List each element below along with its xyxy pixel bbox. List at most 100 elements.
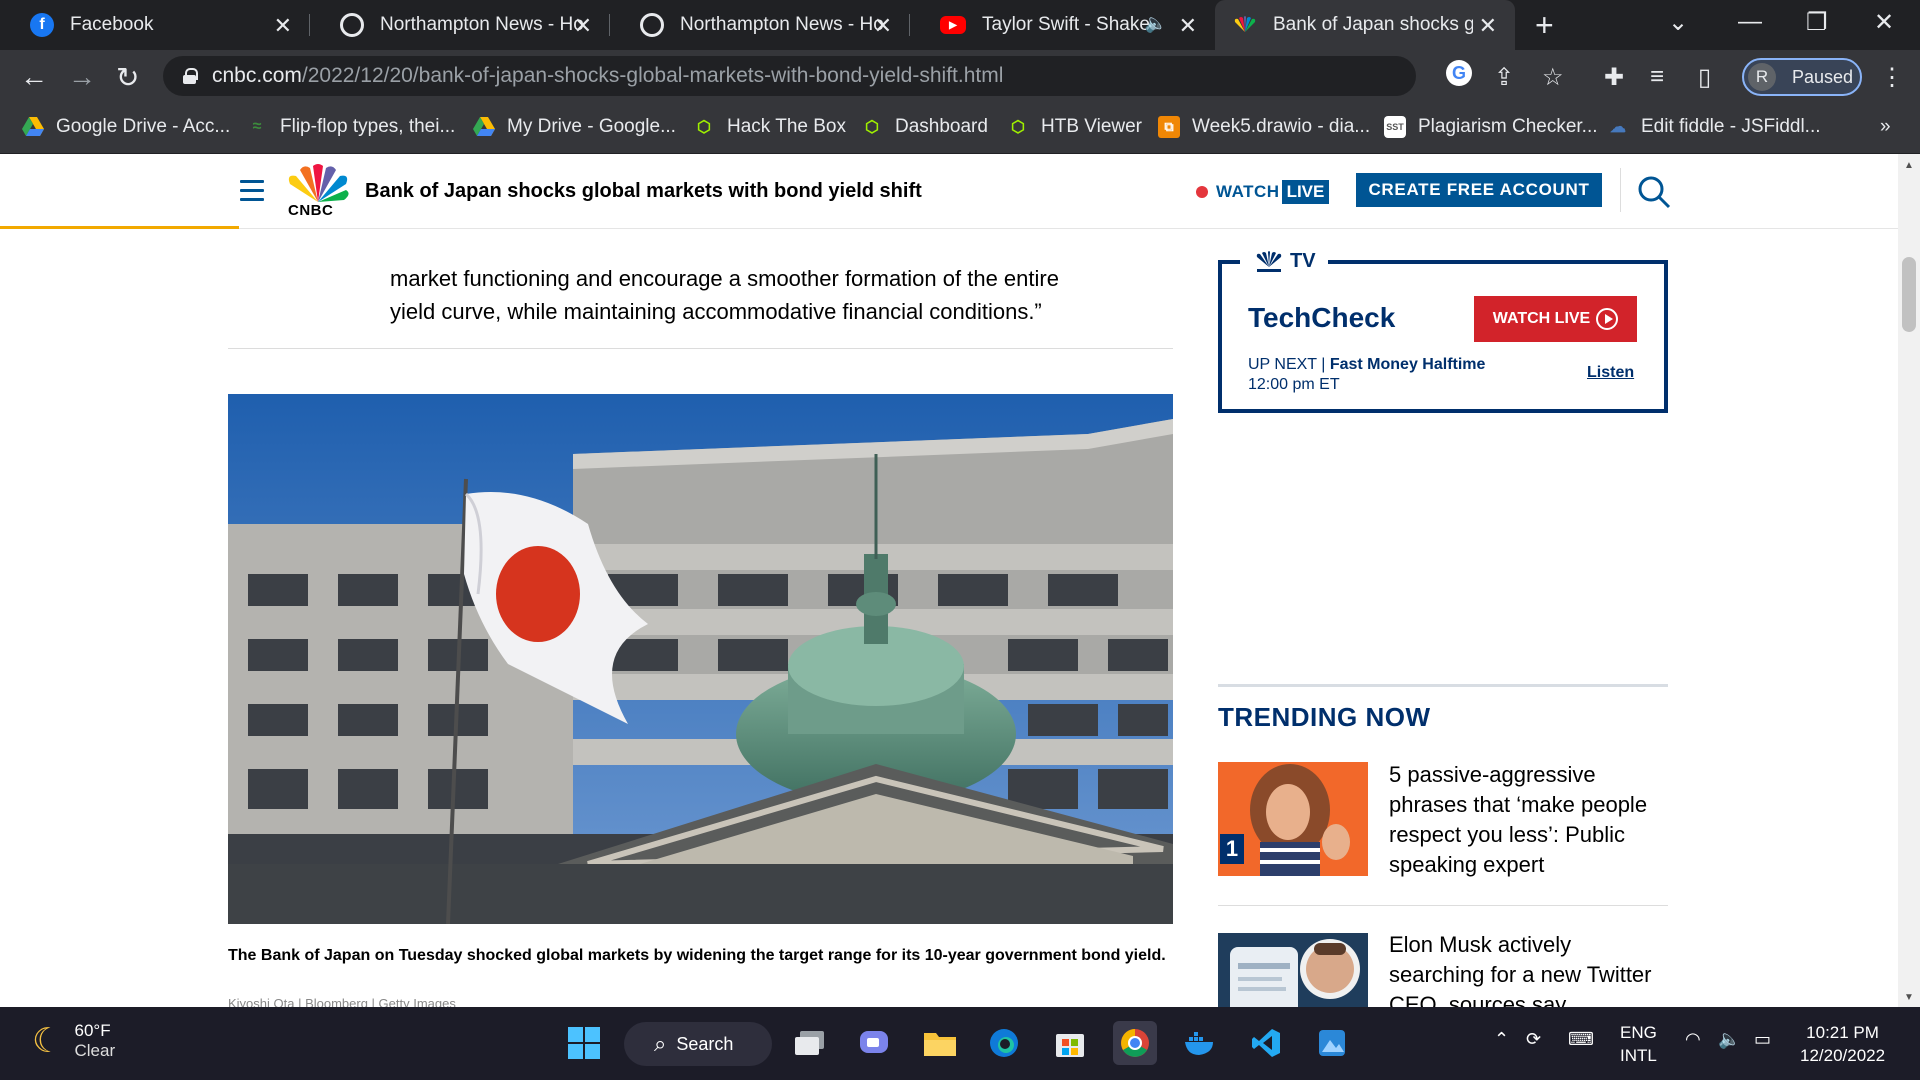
browser-toolbar: ← → ↻ cnbc.com/2022/12/20/bank-of-japan-… bbox=[0, 50, 1920, 102]
system-clock[interactable]: 10:21 PM 12/20/2022 bbox=[1800, 1021, 1885, 1067]
close-tab-icon[interactable]: ✕ bbox=[274, 13, 292, 39]
page-viewport: market functioning and encourage a smoot… bbox=[0, 154, 1920, 1007]
avatar: R bbox=[1748, 63, 1776, 91]
bookmark-hack-the-box[interactable]: ⬡ Hack The Box bbox=[693, 116, 846, 138]
globe-icon bbox=[640, 13, 664, 37]
scrollbar-thumb[interactable] bbox=[1902, 257, 1916, 332]
bookmark-star-icon[interactable]: ☆ bbox=[1542, 63, 1564, 92]
close-tab-icon[interactable]: ✕ bbox=[1179, 13, 1197, 39]
tab-cnbc[interactable]: Bank of Japan shocks glol ✕ bbox=[1215, 0, 1515, 50]
watch-live-button[interactable]: WATCH LIVE bbox=[1474, 296, 1637, 342]
bookmark-htb-viewer[interactable]: ⬡ HTB Viewer bbox=[1007, 116, 1142, 138]
vscode-icon[interactable] bbox=[1244, 1021, 1288, 1065]
bookmark-jsfiddle[interactable]: ☁ Edit fiddle - JSFiddl... bbox=[1607, 116, 1821, 138]
watch-live-link[interactable]: WATCH LIVE bbox=[1196, 180, 1330, 204]
extensions-icon[interactable]: ✚ bbox=[1604, 63, 1624, 92]
cnbc-peacock-icon bbox=[1256, 250, 1282, 272]
bookmarks-bar: Google Drive - Acc... ≈ Flip-flop types,… bbox=[0, 102, 1920, 154]
reload-button[interactable]: ↻ bbox=[116, 61, 139, 94]
bookmark-google-drive[interactable]: Google Drive - Acc... bbox=[22, 116, 230, 138]
bookmark-flip-flop[interactable]: ≈ Flip-flop types, thei... bbox=[246, 116, 456, 138]
tab-facebook[interactable]: f Facebook ✕ bbox=[0, 0, 310, 50]
tv-show-title[interactable]: TechCheck bbox=[1248, 302, 1395, 334]
battery-icon[interactable]: ▭ bbox=[1754, 1029, 1771, 1050]
tab-northampton-1[interactable]: Northampton News - Hon ✕ bbox=[310, 0, 610, 50]
create-account-button[interactable]: CREATE FREE ACCOUNT bbox=[1356, 173, 1602, 207]
start-button[interactable] bbox=[562, 1021, 606, 1065]
quote-clipped-line bbox=[390, 234, 1150, 262]
listen-link[interactable]: Listen bbox=[1587, 364, 1634, 382]
jsfiddle-icon: ☁ bbox=[1610, 119, 1626, 136]
photos-app-icon[interactable] bbox=[1310, 1021, 1354, 1065]
scroll-up-arrow-icon[interactable]: ▲ bbox=[1904, 160, 1914, 171]
media-control-icon[interactable]: ≡ bbox=[1650, 63, 1664, 91]
bookmark-drawio[interactable]: ⧉ Week5.drawio - dia... bbox=[1158, 116, 1370, 138]
restore-button[interactable]: ❐ bbox=[1806, 8, 1828, 37]
divider bbox=[1218, 905, 1668, 906]
hamburger-menu-icon[interactable] bbox=[240, 180, 264, 207]
profile-button[interactable]: R Paused bbox=[1742, 58, 1862, 96]
bookmark-dashboard[interactable]: ⬡ Dashboard bbox=[861, 116, 988, 138]
more-bookmarks-button[interactable]: » bbox=[1880, 116, 1891, 138]
live-dot-icon bbox=[1196, 186, 1208, 198]
search-icon[interactable] bbox=[1636, 174, 1672, 210]
share-icon[interactable]: ⇪ bbox=[1494, 63, 1514, 92]
image-caption: The Bank of Japan on Tuesday shocked glo… bbox=[228, 947, 1166, 964]
site-header: CNBC Bank of Japan shocks global markets… bbox=[0, 154, 1898, 229]
file-explorer-icon[interactable] bbox=[918, 1021, 962, 1065]
close-tab-icon[interactable]: ✕ bbox=[1479, 13, 1497, 39]
edge-icon[interactable] bbox=[982, 1021, 1026, 1065]
close-tab-icon[interactable]: ✕ bbox=[574, 13, 592, 39]
trending-headline-1[interactable]: 5 passive-aggressive phrases that ‘make … bbox=[1389, 760, 1669, 880]
chrome-icon[interactable] bbox=[1113, 1021, 1157, 1065]
docker-icon[interactable] bbox=[1178, 1021, 1222, 1065]
google-drive-icon bbox=[473, 116, 495, 138]
minimize-button[interactable]: — bbox=[1738, 8, 1762, 36]
google-drive-icon bbox=[22, 116, 44, 138]
teams-chat-icon[interactable] bbox=[852, 1021, 896, 1065]
cnbc-peacock-icon bbox=[1233, 13, 1257, 37]
cnbc-logo[interactable]: CNBC bbox=[286, 164, 350, 220]
volume-icon[interactable]: 🔈 bbox=[1718, 1029, 1740, 1050]
bookmark-my-drive[interactable]: My Drive - Google... bbox=[473, 116, 676, 138]
speaker-icon[interactable]: 🔈 bbox=[1145, 13, 1167, 34]
hero-image[interactable] bbox=[228, 394, 1173, 924]
youtube-icon: ▶ bbox=[940, 16, 966, 34]
page-scrollbar[interactable]: ▲ ▼ bbox=[1898, 154, 1920, 1007]
microsoft-store-icon[interactable] bbox=[1048, 1021, 1092, 1065]
trending-heading: TRENDING NOW bbox=[1218, 702, 1431, 732]
scroll-down-arrow-icon[interactable]: ▼ bbox=[1904, 992, 1914, 1003]
search-icon: ⌕ bbox=[654, 1031, 667, 1056]
sst-icon: SST bbox=[1384, 116, 1406, 138]
tab-search-icon[interactable]: ⌄ bbox=[1668, 8, 1688, 37]
keyboard-icon[interactable]: ⌨ bbox=[1568, 1029, 1594, 1050]
tab-northampton-2[interactable]: Northampton News - Hon ✕ bbox=[610, 0, 910, 50]
chevron-up-icon[interactable]: ⌃ bbox=[1494, 1029, 1509, 1050]
google-lens-icon[interactable]: G bbox=[1446, 60, 1472, 86]
htb-cube-icon: ⬡ bbox=[1011, 119, 1025, 136]
facebook-icon: f bbox=[30, 13, 54, 37]
side-panel-icon[interactable]: ▯ bbox=[1698, 63, 1711, 92]
back-button[interactable]: ← bbox=[20, 61, 48, 93]
image-credit: Kiyoshi Ota | Bloomberg | Getty Images bbox=[228, 996, 456, 1007]
tab-taylor-swift[interactable]: ▶ Taylor Swift - Shake It 🔈 ✕ bbox=[910, 0, 1215, 50]
bookmark-plagiarism[interactable]: SST Plagiarism Checker... bbox=[1384, 116, 1598, 138]
htb-cube-icon: ⬡ bbox=[865, 119, 879, 136]
close-tab-icon[interactable]: ✕ bbox=[874, 13, 892, 39]
forward-button[interactable]: → bbox=[68, 61, 96, 93]
trending-image-2[interactable] bbox=[1218, 933, 1368, 1007]
input-language[interactable]: ENG INTL bbox=[1620, 1021, 1657, 1067]
globe-icon bbox=[340, 13, 364, 37]
trending-headline-2[interactable]: Elon Musk actively searching for a new T… bbox=[1389, 930, 1669, 1007]
taskbar-search[interactable]: ⌕ Search bbox=[624, 1022, 772, 1066]
new-tab-button[interactable]: + bbox=[1535, 7, 1554, 44]
sync-icon[interactable]: ⟳ bbox=[1526, 1029, 1541, 1050]
weather-widget[interactable]: ☾ 60°F Clear bbox=[32, 1021, 115, 1061]
lock-icon[interactable] bbox=[183, 68, 198, 84]
wifi-icon[interactable]: ◠ bbox=[1685, 1029, 1701, 1050]
drawio-icon: ⧉ bbox=[1158, 116, 1180, 138]
address-bar[interactable]: cnbc.com/2022/12/20/bank-of-japan-shocks… bbox=[163, 56, 1416, 96]
menu-kebab-icon[interactable]: ⋮ bbox=[1880, 63, 1904, 92]
close-window-button[interactable]: ✕ bbox=[1874, 8, 1894, 37]
task-view-icon[interactable] bbox=[788, 1021, 832, 1065]
